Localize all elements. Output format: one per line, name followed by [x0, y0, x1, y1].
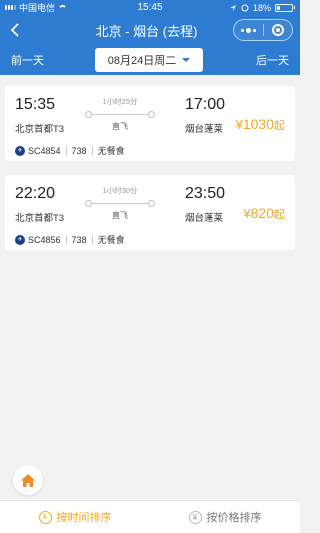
aircraft-type: 738: [71, 145, 87, 156]
price-currency: ¥: [235, 117, 243, 132]
sort-by-time-label: 按时间排序: [56, 512, 112, 524]
price: ¥ 1030 起: [236, 116, 285, 133]
departure-time: 15:35: [15, 96, 56, 113]
flight-duration: 1小时25分: [102, 97, 138, 106]
meal-info: 无餐食: [97, 235, 125, 245]
sort-by-time-button[interactable]: 按时间排序: [0, 501, 150, 533]
arrival-airport: 烟台蓬莱: [185, 124, 224, 135]
battery-icon: [275, 3, 295, 12]
close-miniprogram-button[interactable]: [264, 20, 293, 40]
arrival-time: 23:50: [185, 185, 226, 202]
miniprogram-capsule: [233, 19, 293, 41]
location-icon: [229, 4, 236, 11]
price-value: 1030: [242, 116, 274, 132]
price-currency: ¥: [243, 206, 251, 221]
flight-card[interactable]: 22:20 北京首都T3 1小时30分 直飞 23:50 烟台蓬莱 ¥ 820 …: [5, 175, 295, 250]
arrival-time: 17:00: [185, 96, 226, 113]
price-suffix: 起: [274, 209, 285, 221]
flight-card[interactable]: 15:35 北京首都T3 1小时25分 直飞 17:00 烟台蓬莱 ¥ 1030…: [5, 86, 295, 161]
yen-icon: ¥: [188, 510, 202, 524]
stop-type: 直飞: [112, 122, 128, 131]
departure-time: 22:20: [15, 185, 56, 202]
flight-duration: 1小时30分: [102, 186, 138, 195]
clock-time: 15:45: [137, 2, 163, 13]
back-button[interactable]: [0, 15, 30, 45]
stop-type: 直飞: [112, 211, 128, 220]
status-bar: 中国电信 15:45 18%: [0, 0, 300, 15]
home-button[interactable]: [13, 465, 43, 495]
arrival-airport: 烟台蓬莱: [185, 213, 224, 224]
sort-by-price-label: 按价格排序: [206, 512, 262, 524]
alarm-icon: [241, 4, 249, 11]
date-label: 08月24日周二: [107, 55, 177, 67]
back-icon: [10, 23, 19, 37]
sort-bar: 按时间排序 ¥ 按价格排序: [0, 500, 300, 533]
target-icon: [271, 24, 284, 36]
price-value: 820: [250, 205, 274, 221]
next-day-button[interactable]: 后一天: [256, 52, 289, 68]
clock-icon: [38, 510, 52, 524]
price-suffix: 起: [274, 120, 285, 132]
airline-logo-icon: ✈: [15, 234, 25, 245]
price: ¥ 820 起: [243, 205, 285, 222]
date-picker[interactable]: 08月24日周二: [95, 48, 203, 72]
caret-down-icon: [182, 58, 191, 62]
flight-number: SC4854: [28, 145, 61, 156]
more-button[interactable]: [234, 20, 263, 40]
carrier-label: 中国电信: [19, 3, 56, 13]
signal-icon: [5, 5, 16, 10]
nav-bar: 北京 - 烟台 (去程): [0, 15, 300, 45]
battery-percent: 18%: [252, 2, 271, 13]
date-bar: 前一天 08月24日周二 后一天: [0, 45, 300, 75]
home-icon: [21, 473, 35, 487]
sort-by-price-button[interactable]: ¥ 按价格排序: [150, 501, 300, 533]
flight-info: ✈ SC4856 738 无餐食: [15, 233, 125, 246]
route-line: [85, 198, 155, 210]
airline-logo-icon: ✈: [15, 145, 25, 156]
flight-info: ✈ SC4854 738 无餐食: [15, 144, 125, 157]
flight-number: SC4856: [28, 234, 61, 245]
meal-info: 无餐食: [97, 146, 125, 156]
more-icon: [240, 27, 256, 33]
departure-airport: 北京首都T3: [15, 213, 65, 224]
aircraft-type: 738: [71, 234, 87, 245]
route-line: [85, 109, 155, 121]
departure-airport: 北京首都T3: [15, 124, 65, 135]
page-title: 北京 - 烟台 (去程): [95, 23, 198, 39]
prev-day-button[interactable]: 前一天: [11, 52, 44, 68]
wifi-icon: [58, 4, 68, 11]
